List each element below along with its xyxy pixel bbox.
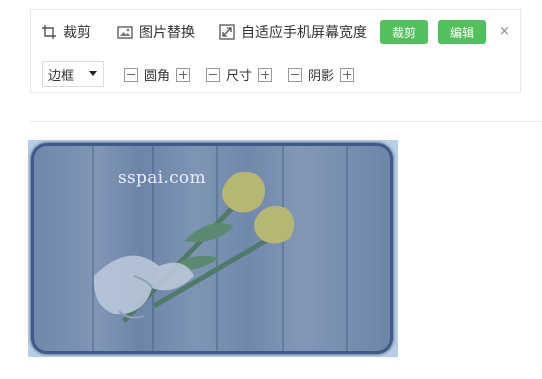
- shadow-plus-icon[interactable]: [340, 67, 355, 82]
- shadow-stepper: 阴影: [288, 65, 355, 84]
- fit-width-tool[interactable]: 自适应手机屏幕宽度: [219, 22, 367, 42]
- divider: [30, 121, 542, 122]
- size-plus-icon[interactable]: [258, 67, 273, 82]
- crop-tool[interactable]: 裁剪: [41, 22, 91, 42]
- image-frame: sspai.com: [31, 143, 393, 354]
- image-toolbar: 裁剪 图片替换 自适应手机屏幕宽度 裁剪 编辑 × 边框 圆角 尺寸 阴影: [30, 9, 521, 93]
- radius-label: 圆角: [144, 69, 171, 84]
- crop-label: 裁剪: [63, 25, 91, 41]
- fit-label: 自适应手机屏幕宽度: [241, 25, 367, 41]
- replace-image-tool[interactable]: 图片替换: [117, 22, 195, 42]
- radius-plus-icon[interactable]: [176, 67, 191, 82]
- selected-image[interactable]: sspai.com: [28, 140, 398, 357]
- radius-minus-icon[interactable]: [124, 67, 138, 82]
- shadow-minus-icon[interactable]: [288, 67, 302, 82]
- border-select-value: 边框: [48, 68, 75, 84]
- crop-button[interactable]: 裁剪: [380, 20, 428, 44]
- image-watermark: sspai.com: [118, 168, 206, 188]
- crop-icon: [42, 25, 56, 39]
- size-minus-icon[interactable]: [206, 67, 220, 82]
- chevron-down-icon: [89, 71, 97, 76]
- tulips-photo: [93, 171, 295, 323]
- close-icon[interactable]: ×: [499, 24, 510, 39]
- size-label: 尺寸: [226, 69, 253, 84]
- size-stepper: 尺寸: [206, 65, 273, 84]
- radius-stepper: 圆角: [124, 65, 191, 84]
- image-replace-icon: [117, 26, 133, 39]
- fit-width-icon: [219, 24, 235, 40]
- edit-button[interactable]: 编辑: [438, 20, 486, 44]
- replace-label: 图片替换: [139, 25, 195, 41]
- shadow-label: 阴影: [308, 69, 335, 84]
- border-select[interactable]: 边框: [42, 61, 104, 87]
